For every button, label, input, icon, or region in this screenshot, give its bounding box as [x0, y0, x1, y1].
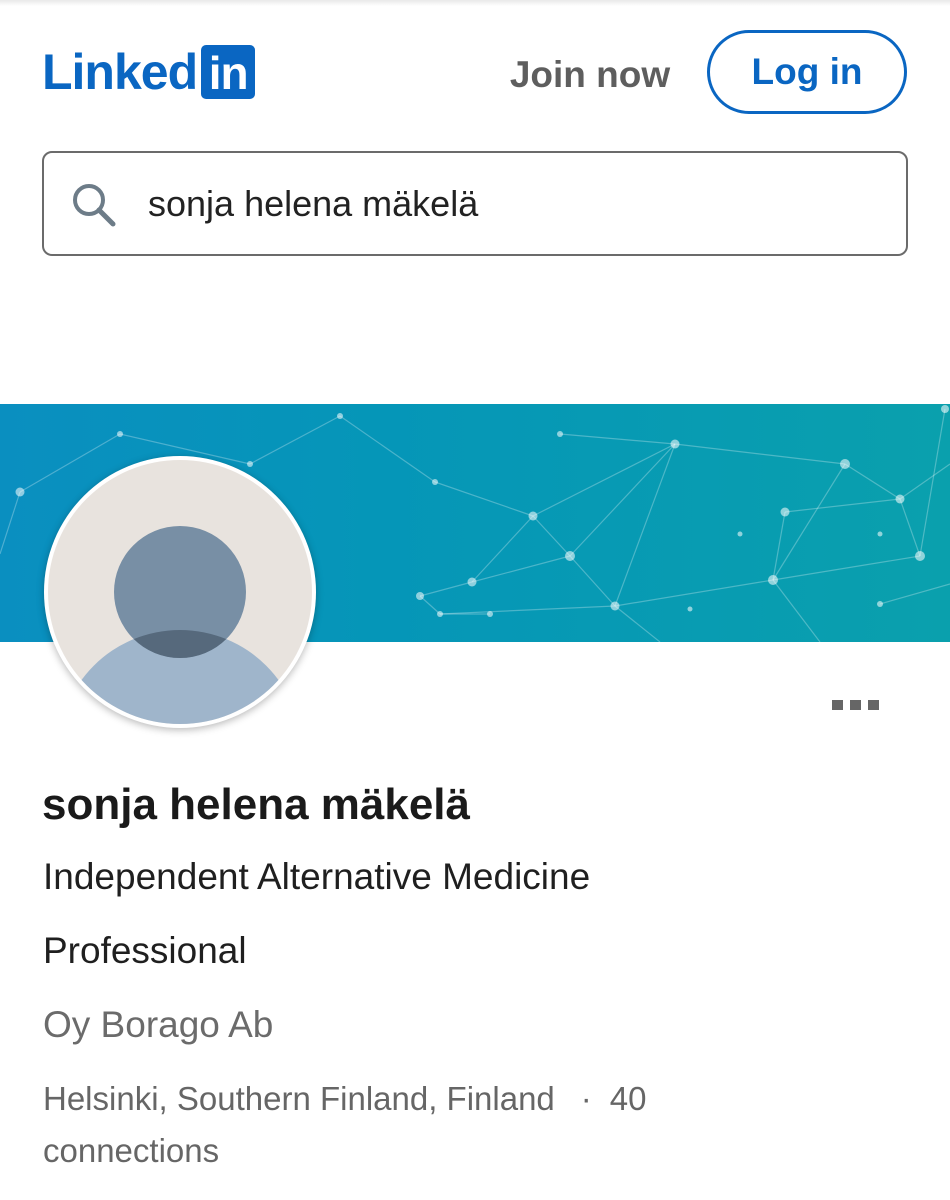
profile-name: sonja helena mäkelä: [42, 780, 470, 829]
search-input[interactable]: [148, 175, 848, 233]
profile-headline: Independent Alternative Medicine Profess…: [43, 856, 591, 971]
more-dot: [831, 700, 843, 710]
more-dot: [849, 700, 861, 710]
search-icon: [73, 184, 116, 227]
profile-company: Oy Borago Ab: [43, 1004, 274, 1045]
search-bar[interactable]: [42, 151, 908, 256]
join-now-link[interactable]: Join now: [500, 50, 680, 100]
profile-location: Helsinki, Southern Finland, Finland: [43, 1080, 555, 1117]
linkedin-logo[interactable]: Linked in: [42, 44, 256, 100]
logo-wordmark: Linked: [42, 44, 198, 100]
profile-location-connections: Helsinki, Southern Finland, Finland · 40 c…: [43, 1073, 803, 1177]
profile-avatar: [44, 456, 316, 728]
default-person-avatar-icon: [48, 460, 312, 724]
login-button-label: Log in: [751, 51, 863, 92]
login-button[interactable]: Log in: [707, 30, 907, 114]
more-options-icon[interactable]: [822, 690, 888, 720]
separator-dot: ·: [580, 1080, 592, 1117]
more-dot: [867, 700, 879, 710]
logo-in-box: in: [201, 45, 256, 99]
top-shadow: [0, 0, 950, 6]
